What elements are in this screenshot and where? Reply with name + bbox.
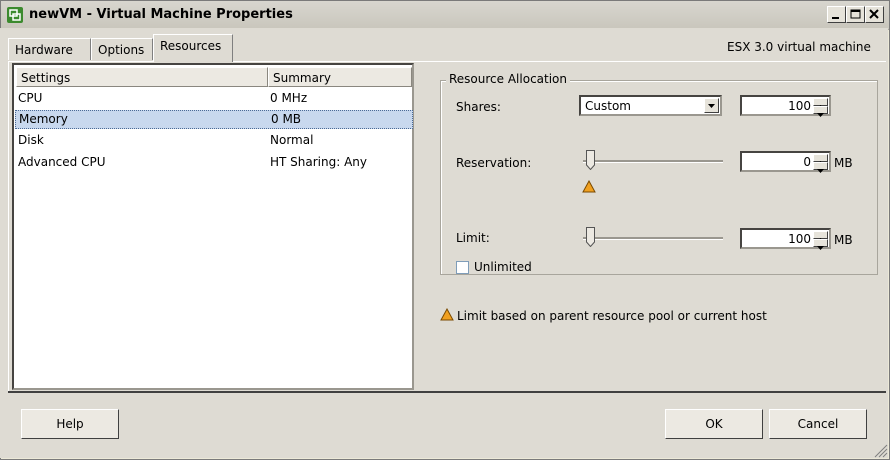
list-row-disk[interactable]: Disk Normal — [16, 132, 412, 149]
list-row-advanced-cpu[interactable]: Advanced CPU HT Sharing: Any — [16, 154, 412, 171]
shares-up-button[interactable] — [813, 98, 828, 109]
title-bar[interactable]: newVM - Virtual Machine Properties — [1, 1, 889, 30]
unlimited-checkbox[interactable] — [456, 261, 469, 274]
limit-value: 100 — [788, 232, 811, 246]
arrow-down-icon — [817, 246, 824, 250]
help-button[interactable]: Help — [21, 409, 119, 439]
row-summary: HT Sharing: Any — [270, 155, 368, 169]
maximize-icon — [850, 9, 861, 19]
limit-slider-thumb[interactable] — [586, 227, 595, 247]
limit-note: Limit based on parent resource pool or c… — [457, 309, 767, 323]
reservation-up-button[interactable] — [813, 154, 828, 165]
list-row-cpu[interactable]: CPU 0 MHz — [16, 90, 412, 107]
tab-hardware-label: Hardware — [15, 43, 73, 57]
shares-dropdown-button[interactable] — [704, 98, 719, 113]
row-setting: Disk — [18, 133, 44, 147]
shares-dropdown[interactable]: Custom — [579, 95, 722, 116]
column-header-settings-label: Settings — [21, 71, 71, 85]
tab-hardware[interactable]: Hardware — [8, 38, 91, 60]
minimize-button[interactable] — [827, 6, 846, 23]
column-header-summary[interactable]: Summary — [268, 67, 412, 87]
shares-down-button[interactable] — [813, 106, 828, 117]
reservation-down-button[interactable] — [813, 162, 828, 173]
row-summary: 0 MHz — [270, 91, 308, 105]
close-button[interactable] — [865, 6, 884, 23]
limit-down-button[interactable] — [813, 239, 828, 250]
tab-resources[interactable]: Resources — [153, 34, 233, 62]
tab-options[interactable]: Options — [91, 38, 153, 60]
resource-allocation-legend: Resource Allocation — [446, 72, 571, 86]
limit-label: Limit: — [456, 231, 490, 245]
reservation-spinner[interactable]: 0 — [740, 151, 831, 173]
cancel-button[interactable]: Cancel — [769, 409, 867, 439]
tab-options-label: Options — [98, 43, 145, 57]
ok-button[interactable]: OK — [665, 409, 763, 439]
warning-icon — [440, 308, 454, 321]
close-icon — [869, 9, 879, 19]
arrow-down-icon — [817, 169, 824, 173]
column-header-settings[interactable]: Settings — [16, 67, 268, 87]
row-summary: 0 MB — [271, 112, 302, 126]
list-row-memory[interactable]: Memory 0 MB — [15, 110, 413, 129]
shares-spinner[interactable]: 100 — [740, 95, 831, 117]
panel-bottom-edge — [8, 391, 886, 393]
shares-dropdown-value: Custom — [585, 99, 631, 113]
unlimited-label: Unlimited — [474, 260, 532, 274]
row-setting: Advanced CPU — [18, 155, 106, 169]
limit-spinner[interactable]: 100 — [740, 228, 831, 250]
row-setting: Memory — [19, 112, 68, 126]
limit-unit: MB — [834, 233, 853, 247]
settings-list[interactable]: Settings Summary CPU 0 MHz Memory 0 MB D… — [12, 63, 414, 390]
cancel-button-label: Cancel — [797, 417, 839, 431]
resize-grip-icon[interactable] — [872, 442, 888, 458]
shares-value: 100 — [788, 99, 811, 113]
limit-slider-track[interactable] — [583, 237, 723, 240]
row-summary: Normal — [270, 133, 314, 147]
window-title: newVM - Virtual Machine Properties — [29, 7, 293, 22]
reservation-slider-thumb[interactable] — [586, 150, 595, 170]
minimize-icon — [832, 17, 839, 19]
column-header-summary-label: Summary — [273, 71, 331, 85]
row-setting: CPU — [18, 91, 43, 105]
reservation-label: Reservation: — [456, 156, 532, 170]
warning-icon — [582, 180, 596, 193]
tab-resources-label: Resources — [160, 39, 222, 53]
ok-button-label: OK — [705, 417, 723, 431]
shares-label: Shares: — [456, 100, 501, 114]
vm-icon — [7, 7, 23, 23]
chevron-down-icon — [708, 104, 715, 108]
arrow-down-icon — [817, 113, 824, 117]
vm-version-label: ESX 3.0 virtual machine — [727, 40, 871, 54]
reservation-unit: MB — [834, 156, 853, 170]
reservation-value: 0 — [803, 155, 811, 169]
maximize-button[interactable] — [846, 6, 865, 23]
reservation-slider-track[interactable] — [583, 160, 723, 163]
limit-up-button[interactable] — [813, 231, 828, 242]
help-button-label: Help — [56, 417, 84, 431]
